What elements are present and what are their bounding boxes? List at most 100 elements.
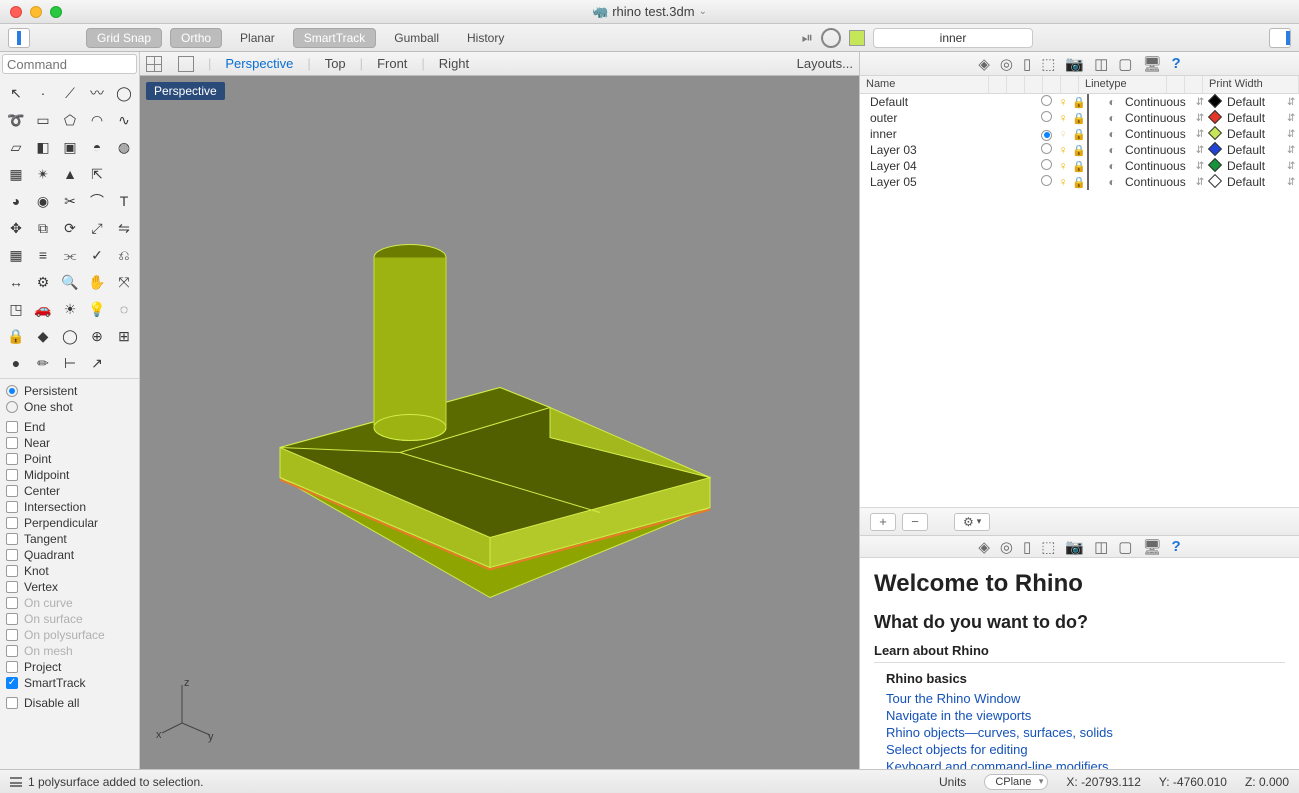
- print-color-swatch[interactable]: [1208, 158, 1222, 172]
- lock-icon[interactable]: 🔒: [1071, 112, 1087, 125]
- sort-icon[interactable]: ⇵: [1287, 129, 1299, 140]
- tab-top[interactable]: Top: [325, 56, 346, 71]
- layer-name[interactable]: outer: [870, 111, 1041, 125]
- camera-icon[interactable]: 📷: [1065, 538, 1084, 556]
- tool-split-icon[interactable]: ⎌: [112, 243, 136, 267]
- bulb-icon[interactable]: ♀: [1055, 111, 1071, 125]
- print-color-swatch[interactable]: [1208, 142, 1222, 156]
- osnap-project-checkbox[interactable]: [6, 661, 18, 673]
- material-icon[interactable]: ◐: [1103, 111, 1121, 125]
- tool-dim-icon[interactable]: ↔: [4, 270, 28, 294]
- sort-icon[interactable]: ⇵: [1287, 161, 1299, 172]
- bulb-icon[interactable]: ♀: [1055, 159, 1071, 173]
- ortho-toggle[interactable]: Ortho: [170, 28, 222, 48]
- current-layer-radio[interactable]: [1041, 143, 1052, 154]
- material-icon[interactable]: ◐: [1103, 175, 1121, 189]
- help-link[interactable]: Tour the Rhino Window: [874, 690, 1285, 707]
- bulb-icon[interactable]: ♀: [1055, 175, 1071, 189]
- tool-rotate-icon[interactable]: ⟳: [58, 216, 82, 240]
- tab-perspective[interactable]: Perspective: [225, 56, 293, 71]
- osnap-quadrant-checkbox[interactable]: [6, 549, 18, 561]
- help-link[interactable]: Navigate in the viewports: [874, 707, 1285, 724]
- layer-linetype[interactable]: Continuous: [1121, 111, 1193, 125]
- print-color-swatch[interactable]: [1208, 110, 1222, 124]
- print-color-swatch[interactable]: [1208, 94, 1222, 108]
- tool-scale-icon[interactable]: ⤢: [85, 216, 109, 240]
- tool-cylinder-icon[interactable]: ◍: [112, 135, 136, 159]
- osnap-vertex-checkbox[interactable]: [6, 581, 18, 593]
- tool-globe-icon[interactable]: ⊕: [85, 324, 109, 348]
- tool-zoomext-icon[interactable]: ⤧: [112, 270, 136, 294]
- tool-surface-icon[interactable]: ▱: [4, 135, 28, 159]
- current-layer-radio[interactable]: [1041, 175, 1052, 186]
- camera-icon[interactable]: 📷: [1065, 55, 1084, 73]
- lock-icon[interactable]: 🔒: [1071, 96, 1087, 109]
- current-layer-input[interactable]: [873, 28, 1033, 48]
- tool-copy-icon[interactable]: ⧉: [31, 216, 55, 240]
- layer-printwidth[interactable]: Default: [1223, 159, 1287, 173]
- osnap-on-surface-checkbox[interactable]: [6, 613, 18, 625]
- close-icon[interactable]: [10, 6, 22, 18]
- tool-cplane-icon[interactable]: ◳: [4, 297, 28, 321]
- tool-render-icon[interactable]: 🚗: [31, 297, 55, 321]
- tool-polyline-icon[interactable]: ⟋: [58, 81, 82, 105]
- history-toggle[interactable]: History: [457, 29, 514, 47]
- layer-linetype[interactable]: Continuous: [1121, 95, 1193, 109]
- sort-icon[interactable]: ⇵: [1287, 97, 1299, 108]
- record-icon[interactable]: [821, 28, 841, 48]
- zoom-icon[interactable]: [50, 6, 62, 18]
- tool-arc-icon[interactable]: ◠: [85, 108, 109, 132]
- layer-printwidth[interactable]: Default: [1223, 143, 1287, 157]
- tool-materials-icon[interactable]: ◯: [58, 324, 82, 348]
- gumball-toggle[interactable]: Gumball: [384, 29, 449, 47]
- material-icon[interactable]: ◐: [1103, 159, 1121, 173]
- layer-color-swatch[interactable]: [1087, 110, 1089, 126]
- screen-icon[interactable]: ▢: [1118, 55, 1132, 73]
- document-icon[interactable]: ▯: [1023, 55, 1031, 73]
- layer-color-swatch[interactable]: [1087, 126, 1089, 142]
- cplane-dropdown[interactable]: CPlane: [984, 774, 1048, 790]
- osnap-knot-checkbox[interactable]: [6, 565, 18, 577]
- layer-color-swatch[interactable]: [1087, 158, 1089, 174]
- sort-icon[interactable]: ⇵: [1193, 161, 1207, 172]
- tool-analyze-icon[interactable]: ⚙: [31, 270, 55, 294]
- toggle-left-sidebar-button[interactable]: [8, 28, 30, 48]
- minimize-icon[interactable]: [30, 6, 42, 18]
- viewport[interactable]: Perspective z x y: [140, 76, 859, 769]
- layer-row[interactable]: Layer 03 ♀ 🔒 ◐ Continuous ⇵ Default ⇵: [860, 142, 1299, 158]
- osnap-on-mesh-checkbox[interactable]: [6, 645, 18, 657]
- tool-layers-icon[interactable]: ◆: [31, 324, 55, 348]
- oneshot-radio[interactable]: [6, 401, 18, 413]
- osnap-on-curve-checkbox[interactable]: [6, 597, 18, 609]
- toggle-right-sidebar-button[interactable]: [1269, 28, 1291, 48]
- layer-printwidth[interactable]: Default: [1223, 175, 1287, 189]
- lock-icon[interactable]: 🔒: [1071, 176, 1087, 189]
- layer-printwidth[interactable]: Default: [1223, 111, 1287, 125]
- planar-toggle[interactable]: Planar: [230, 29, 285, 47]
- tool-trim-icon[interactable]: ✂: [58, 189, 82, 213]
- tool-lock-icon[interactable]: 🔒: [4, 324, 28, 348]
- menu-icon[interactable]: [10, 777, 22, 787]
- tool-explode-icon[interactable]: ✴: [31, 162, 55, 186]
- layer-color-swatch[interactable]: [1087, 142, 1089, 158]
- tool-fillet-icon[interactable]: ⌒: [85, 189, 109, 213]
- material-icon[interactable]: ◐: [1103, 127, 1121, 141]
- layer-row[interactable]: Layer 05 ♀ 🔒 ◐ Continuous ⇵ Default ⇵: [860, 174, 1299, 190]
- bulb-icon[interactable]: ♀: [1055, 127, 1071, 141]
- lock-icon[interactable]: 🔒: [1071, 160, 1087, 173]
- layer-printwidth[interactable]: Default: [1223, 95, 1287, 109]
- tool-align-icon[interactable]: ≡: [31, 243, 55, 267]
- display-icon[interactable]: ◫: [1094, 538, 1108, 556]
- tool-check-icon[interactable]: ✓: [85, 243, 109, 267]
- grid-snap-toggle[interactable]: Grid Snap: [86, 28, 162, 48]
- osnap-tangent-checkbox[interactable]: [6, 533, 18, 545]
- current-layer-radio[interactable]: [1041, 159, 1052, 170]
- layers-icon[interactable]: ◈: [978, 55, 990, 73]
- layer-row[interactable]: Layer 04 ♀ 🔒 ◐ Continuous ⇵ Default ⇵: [860, 158, 1299, 174]
- sort-icon[interactable]: ⇵: [1287, 145, 1299, 156]
- chevron-down-icon[interactable]: ⌄: [699, 6, 707, 17]
- tool-rectangle-icon[interactable]: ▭: [31, 108, 55, 132]
- lock-icon[interactable]: 🔒: [1071, 144, 1087, 157]
- remove-layer-button[interactable]: −: [902, 513, 928, 531]
- current-layer-swatch[interactable]: [849, 30, 865, 46]
